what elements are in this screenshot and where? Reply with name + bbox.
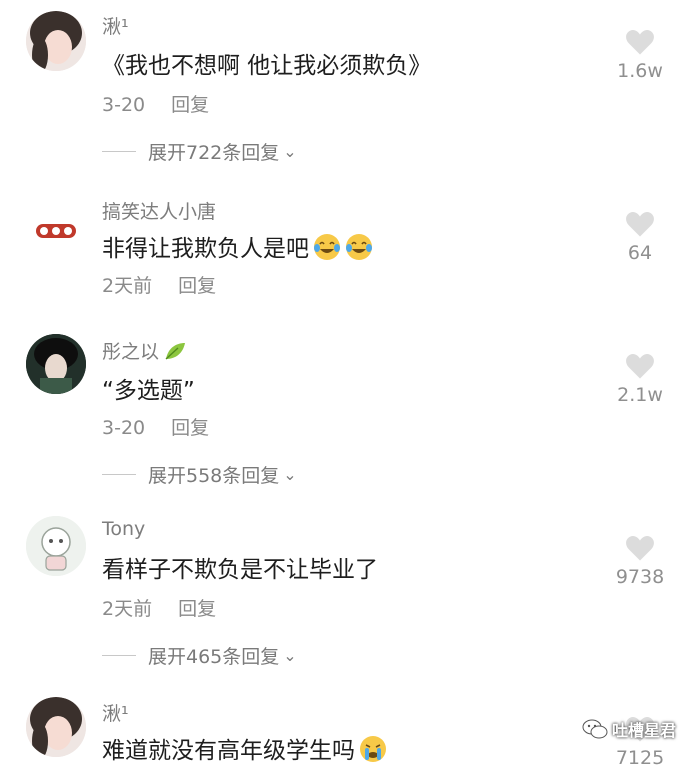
comment-meta: 2天前 回复: [102, 271, 216, 298]
comment-date: 2天前: [102, 598, 153, 620]
laughing-crying-emoji: [346, 234, 372, 260]
comment-text: 难道就没有高年级学生吗: [102, 731, 387, 765]
reply-button[interactable]: 回复: [171, 94, 209, 116]
expand-replies-label: 展开465条回复: [148, 646, 280, 668]
heart-icon: [626, 536, 654, 561]
expand-replies-button[interactable]: 展开465条回复 ⌄: [102, 642, 297, 669]
comment-text: 非得让我欺负人是吧: [102, 229, 373, 263]
avatar[interactable]: [26, 11, 86, 71]
laughing-crying-emoji: [314, 234, 340, 260]
like-count: 64: [627, 242, 653, 264]
comment-date: 3-20: [102, 417, 146, 439]
reply-button[interactable]: 回复: [178, 275, 216, 297]
divider: [102, 151, 136, 152]
comment-meta: 2天前 回复: [102, 594, 216, 621]
reply-button[interactable]: 回复: [171, 417, 209, 439]
avatar[interactable]: [26, 516, 86, 576]
expand-replies-label: 展开558条回复: [148, 465, 280, 487]
comment-text-content: 难道就没有高年级学生吗: [102, 738, 355, 764]
like-button[interactable]: 1.6w: [602, 28, 678, 82]
divider: [102, 655, 136, 656]
comment-date: 2天前: [102, 275, 153, 297]
expand-replies-button[interactable]: 展开558条回复 ⌄: [102, 461, 297, 488]
like-button[interactable]: 64: [602, 210, 678, 264]
heart-icon: [626, 30, 654, 55]
wechat-icon: [582, 719, 608, 739]
comment-date: 3-20: [102, 94, 146, 116]
comment-text: “多选题”: [102, 378, 195, 404]
avatar[interactable]: [26, 200, 86, 260]
divider: [102, 474, 136, 475]
comment-meta: 3-20 回复: [102, 90, 209, 117]
expand-replies-button[interactable]: 展开722条回复 ⌄: [102, 138, 297, 165]
comment-text: 《我也不想啊 他让我必须欺负》: [102, 53, 432, 79]
avatar[interactable]: [26, 334, 86, 394]
chevron-down-icon: ⌄: [283, 142, 297, 161]
like-count: 7125: [615, 747, 665, 769]
crying-emoji: [360, 736, 386, 762]
username[interactable]: 湫¹: [102, 12, 129, 39]
username[interactable]: 搞笑达人小唐: [102, 197, 216, 224]
reply-button[interactable]: 回复: [178, 598, 216, 620]
comment-text: 看样子不欺负是不让毕业了: [102, 557, 378, 583]
heart-icon: [626, 212, 654, 237]
like-count: 2.1w: [617, 384, 663, 406]
username-text: 彤之以: [102, 341, 160, 363]
leaf-badge-icon: [165, 343, 186, 360]
like-count: 1.6w: [617, 60, 663, 82]
watermark: 吐槽星君: [582, 717, 676, 741]
chevron-down-icon: ⌄: [283, 646, 297, 665]
heart-icon: [626, 354, 654, 379]
username[interactable]: 湫¹: [102, 699, 129, 726]
watermark-text: 吐槽星君: [611, 721, 676, 740]
username[interactable]: Tony: [102, 518, 145, 540]
comment-meta: 3-20 回复: [102, 413, 209, 440]
like-count: 9738: [615, 566, 665, 588]
chevron-down-icon: ⌄: [283, 465, 297, 484]
comment-text-content: 非得让我欺负人是吧: [102, 236, 309, 262]
username[interactable]: 彤之以: [102, 337, 187, 364]
expand-replies-label: 展开722条回复: [148, 142, 280, 164]
like-button[interactable]: 2.1w: [602, 352, 678, 406]
like-button[interactable]: 9738: [602, 534, 678, 588]
avatar[interactable]: [26, 697, 86, 757]
